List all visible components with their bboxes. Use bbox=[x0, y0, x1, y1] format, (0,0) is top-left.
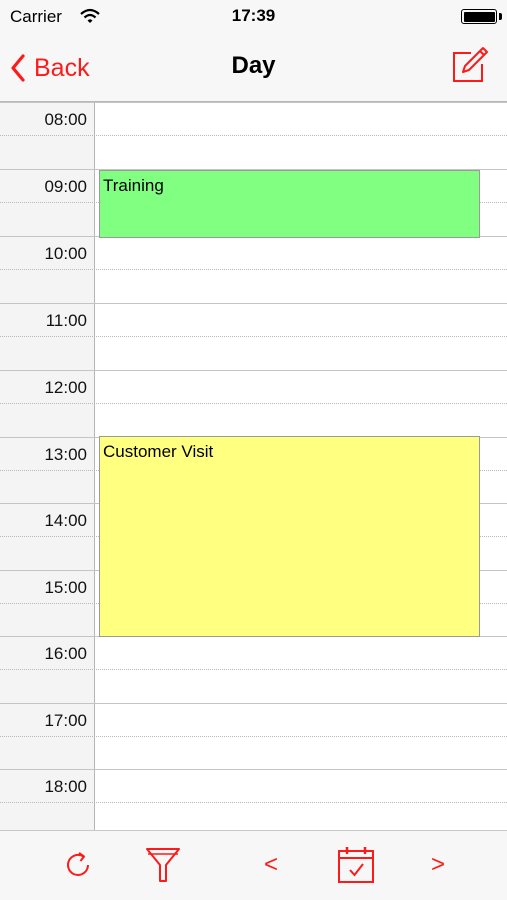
hour-divider bbox=[0, 370, 507, 371]
hour-divider bbox=[0, 703, 507, 704]
status-time: 17:39 bbox=[231, 6, 276, 25]
event-training[interactable]: Training bbox=[99, 170, 480, 238]
next-day-button[interactable]: > bbox=[421, 845, 455, 885]
hour-row[interactable]: 17:00 bbox=[0, 703, 507, 769]
event-title: Customer Visit bbox=[103, 442, 214, 461]
half-hour-divider bbox=[0, 135, 507, 136]
hour-divider bbox=[0, 303, 507, 304]
hour-row[interactable]: 08:00 bbox=[0, 102, 507, 168]
hour-label: 09:00 bbox=[44, 177, 87, 196]
status-bar: Carrier 17:39 bbox=[0, 0, 507, 34]
half-hour-divider bbox=[0, 336, 507, 337]
page-title: Day bbox=[231, 52, 276, 79]
hour-label: 16:00 bbox=[44, 644, 87, 663]
battery-icon bbox=[461, 9, 497, 24]
half-hour-divider bbox=[0, 403, 507, 404]
filter-button[interactable] bbox=[143, 845, 183, 885]
day-calendar[interactable]: 08:00 09:00 10:00 11:00 12:00 13:00 14:0… bbox=[0, 102, 507, 830]
hour-divider bbox=[0, 769, 507, 770]
hour-row[interactable]: 12:00 bbox=[0, 370, 507, 436]
hour-divider bbox=[0, 102, 507, 103]
hour-label: 11:00 bbox=[45, 311, 87, 330]
half-hour-divider bbox=[0, 669, 507, 670]
compose-icon bbox=[453, 47, 488, 82]
hour-label: 08:00 bbox=[44, 110, 87, 129]
half-hour-divider bbox=[0, 736, 507, 737]
hour-label: 10:00 bbox=[44, 244, 87, 263]
previous-day-button[interactable]: < bbox=[254, 845, 288, 885]
event-customer-visit[interactable]: Customer Visit bbox=[99, 436, 480, 637]
half-hour-divider bbox=[0, 802, 507, 803]
filter-icon bbox=[146, 848, 180, 882]
refresh-button[interactable] bbox=[58, 845, 98, 885]
hour-label: 14:00 bbox=[44, 511, 87, 530]
calendar-today-icon bbox=[338, 847, 374, 883]
event-title: Training bbox=[103, 176, 164, 195]
hour-label: 12:00 bbox=[44, 378, 87, 397]
half-hour-divider bbox=[0, 269, 507, 270]
hour-label: 15:00 bbox=[44, 578, 87, 597]
hour-label: 18:00 bbox=[44, 777, 87, 796]
hour-label: 13:00 bbox=[44, 445, 87, 464]
hour-label: 17:00 bbox=[44, 711, 87, 730]
hour-row[interactable]: 11:00 bbox=[0, 303, 507, 369]
navigation-bar: Back Day bbox=[0, 34, 507, 102]
hour-row[interactable]: 18:00 bbox=[0, 769, 507, 830]
battery-tip bbox=[499, 13, 502, 20]
bottom-toolbar: < > bbox=[0, 830, 507, 900]
today-button[interactable] bbox=[334, 845, 378, 885]
hour-row[interactable]: 16:00 bbox=[0, 636, 507, 702]
hour-row[interactable]: 10:00 bbox=[0, 236, 507, 302]
compose-button[interactable] bbox=[449, 44, 489, 84]
refresh-icon bbox=[67, 852, 89, 876]
